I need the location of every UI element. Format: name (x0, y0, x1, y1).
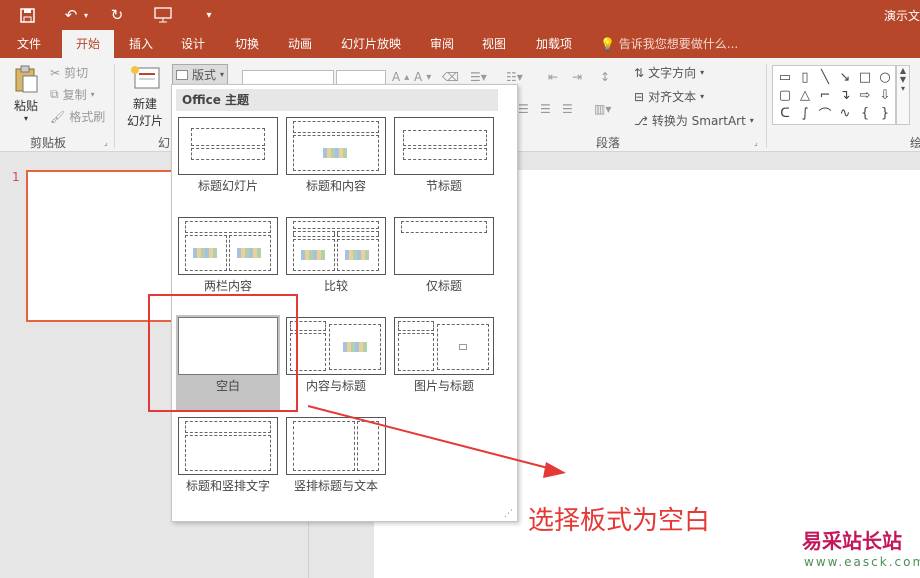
watermark-url: www.easck.com (804, 555, 920, 569)
annotation-text: 选择板式为空白 (528, 506, 711, 536)
annotation-arrow (307, 405, 566, 478)
watermark-logo: 易采站长站 (802, 529, 902, 553)
